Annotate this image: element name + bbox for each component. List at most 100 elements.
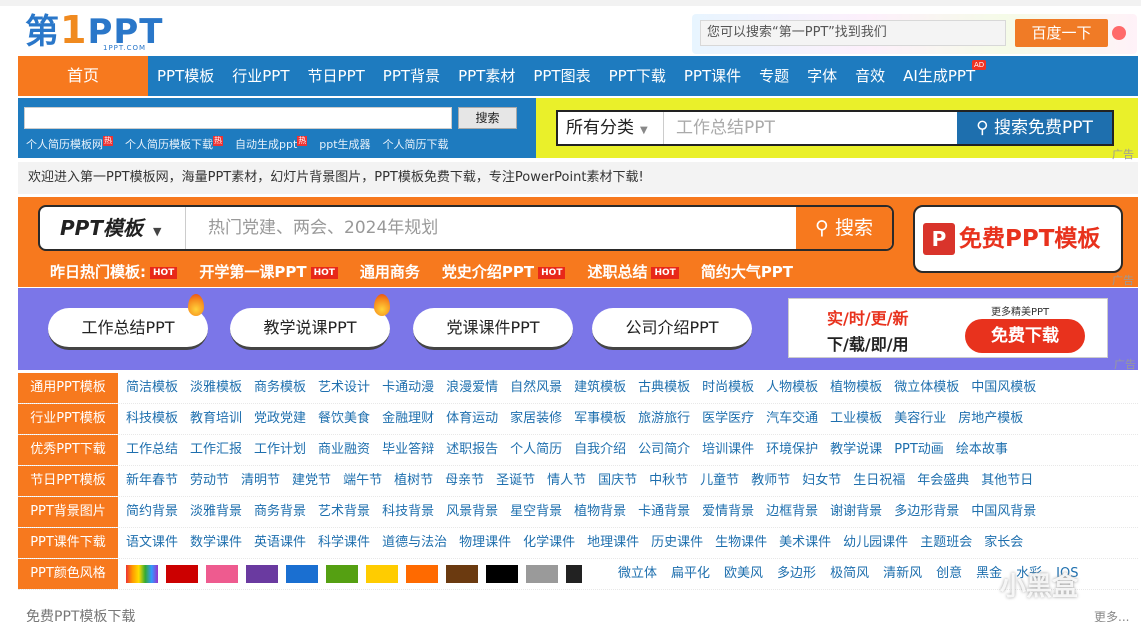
rainbow-swatch[interactable]	[126, 565, 158, 583]
color-swatch[interactable]	[526, 565, 558, 583]
category-link[interactable]: 艺术背景	[318, 497, 370, 527]
category-link[interactable]: 情人节	[547, 466, 586, 496]
category-link[interactable]: 圣诞节	[496, 466, 535, 496]
category-link[interactable]: 国庆节	[598, 466, 637, 496]
category-link[interactable]: 卡通背景	[638, 497, 690, 527]
promo-download-ad[interactable]: 实/时/更/新 下/载/即/用 更多精美PPT 免费下载	[788, 298, 1108, 358]
color-swatch[interactable]	[326, 565, 358, 583]
category-label[interactable]: 通用PPT模板	[18, 373, 118, 403]
color-swatch[interactable]	[206, 565, 238, 583]
category-link[interactable]: 工业模板	[830, 404, 882, 434]
category-link[interactable]: 党政党建	[254, 404, 306, 434]
nav-item[interactable]: 节日PPT	[299, 56, 374, 96]
category-label[interactable]: 节日PPT模板	[18, 466, 118, 496]
category-link[interactable]: 谢谢背景	[830, 497, 882, 527]
category-link[interactable]: 商务模板	[254, 373, 306, 403]
color-swatch[interactable]	[246, 565, 278, 583]
category-link[interactable]: 绘本故事	[956, 435, 1008, 465]
category-label[interactable]: PPT颜色风格	[18, 559, 118, 589]
category-link[interactable]: 艺术设计	[318, 373, 370, 403]
color-swatch[interactable]	[486, 565, 518, 583]
more-link[interactable]: 更多...	[1094, 608, 1129, 622]
site-search-input[interactable]	[24, 107, 452, 129]
suggestion-link[interactable]: 个人简历模板网热	[26, 136, 113, 152]
category-link[interactable]: 多边形	[777, 559, 816, 589]
category-link[interactable]: 科学课件	[318, 528, 370, 558]
color-swatch[interactable]	[406, 565, 438, 583]
category-link[interactable]: 微立体	[618, 559, 657, 589]
category-link[interactable]: PPT动画	[894, 435, 944, 465]
category-link[interactable]: 扁平化	[671, 559, 710, 589]
category-link[interactable]: 培训课件	[702, 435, 754, 465]
category-link[interactable]: 美术课件	[779, 528, 831, 558]
nav-item[interactable]: 字体	[798, 56, 846, 96]
category-link[interactable]: 美容行业	[894, 404, 946, 434]
category-link[interactable]: 历史课件	[651, 528, 703, 558]
category-link[interactable]: 汽车交通	[766, 404, 818, 434]
nav-item[interactable]: PPT课件	[675, 56, 750, 96]
category-link[interactable]: 幼儿园课件	[843, 528, 908, 558]
category-label[interactable]: 优秀PPT下载	[18, 435, 118, 465]
category-link[interactable]: 语文课件	[126, 528, 178, 558]
banner-search-input[interactable]: 热门党建、两会、2024年规划	[208, 207, 438, 249]
category-label[interactable]: PPT课件下载	[18, 528, 118, 558]
category-link[interactable]: 体育运动	[446, 404, 498, 434]
category-link[interactable]: 黑金	[976, 559, 1002, 589]
category-link[interactable]: 中秋节	[649, 466, 688, 496]
suggestion-link[interactable]: ppt生成器	[319, 136, 370, 152]
category-label[interactable]: PPT背景图片	[18, 497, 118, 527]
category-link[interactable]: 金融理财	[382, 404, 434, 434]
category-link[interactable]: 商务背景	[254, 497, 306, 527]
category-link[interactable]: 房地产模板	[958, 404, 1023, 434]
category-link[interactable]: 边框背景	[766, 497, 818, 527]
nav-item[interactable]: PPT背景	[374, 56, 449, 96]
category-link[interactable]: 中国风背景	[971, 497, 1036, 527]
category-link[interactable]: 餐饮美食	[318, 404, 370, 434]
nav-item[interactable]: 专题	[750, 56, 798, 96]
nav-item[interactable]: PPT下载	[600, 56, 675, 96]
category-link[interactable]: 教育培训	[190, 404, 242, 434]
color-swatch[interactable]	[166, 565, 198, 583]
category-link[interactable]: 建党节	[292, 466, 331, 496]
baidu-search-input[interactable]: 您可以搜索“第一PPT”找到我们	[700, 20, 1006, 46]
category-link[interactable]: 家居装修	[510, 404, 562, 434]
category-link[interactable]: 浪漫爱情	[446, 373, 498, 403]
category-select[interactable]: 所有分类 ▼	[558, 112, 664, 144]
site-logo[interactable]: 第1PPT 1PPT.COM	[25, 10, 190, 52]
category-link[interactable]: 植物背景	[574, 497, 626, 527]
category-link[interactable]: 科技模板	[126, 404, 178, 434]
pill-link[interactable]: 工作总结PPT	[48, 294, 208, 350]
category-link[interactable]: 环境保护	[766, 435, 818, 465]
category-link[interactable]: 自然风景	[510, 373, 562, 403]
category-link[interactable]: 风景背景	[446, 497, 498, 527]
category-link[interactable]: 个人简历	[510, 435, 562, 465]
pill-link[interactable]: 公司介绍PPT	[592, 308, 752, 350]
category-link[interactable]: 多边形背景	[894, 497, 959, 527]
category-link[interactable]: 述职报告	[446, 435, 498, 465]
category-link[interactable]: 母亲节	[445, 466, 484, 496]
category-link[interactable]: 植物模板	[830, 373, 882, 403]
hot-template-link[interactable]: 述职总结 HOT	[587, 261, 679, 282]
category-link[interactable]: 微立体模板	[894, 373, 959, 403]
category-link[interactable]: 公司简介	[638, 435, 690, 465]
category-link[interactable]: 清新风	[883, 559, 922, 589]
category-link[interactable]: 卡通动漫	[382, 373, 434, 403]
category-link[interactable]: 简洁模板	[126, 373, 178, 403]
pill-link[interactable]: 教学说课PPT	[230, 294, 390, 350]
suggestion-link[interactable]: 个人简历下载	[383, 136, 449, 152]
category-link[interactable]: 军事模板	[574, 404, 626, 434]
category-link[interactable]: 数学课件	[190, 528, 242, 558]
ad-search-button[interactable]: ⚲ 搜索免费PPT	[957, 112, 1112, 144]
category-link[interactable]: 化学课件	[523, 528, 575, 558]
category-link[interactable]: 英语课件	[254, 528, 306, 558]
hot-template-link[interactable]: 开学第一课PPT HOT	[199, 261, 338, 282]
category-link[interactable]: 建筑模板	[574, 373, 626, 403]
category-link[interactable]: 极简风	[830, 559, 869, 589]
category-link[interactable]: 中国风模板	[971, 373, 1036, 403]
color-swatch[interactable]	[566, 565, 598, 583]
color-swatch[interactable]	[446, 565, 478, 583]
category-link[interactable]: 地理课件	[587, 528, 639, 558]
color-swatch[interactable]	[366, 565, 398, 583]
category-link[interactable]: 简约背景	[126, 497, 178, 527]
category-link[interactable]: 清明节	[241, 466, 280, 496]
